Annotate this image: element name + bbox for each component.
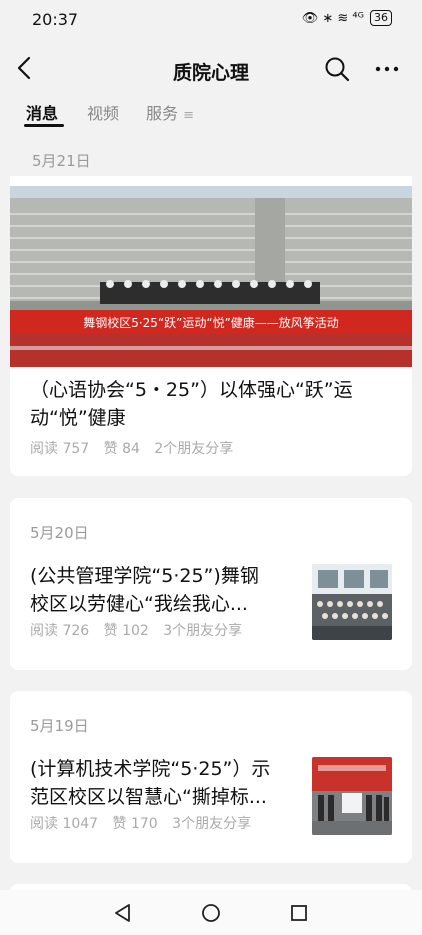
tab-services-label: 服务	[146, 104, 179, 123]
date-label: 5月21日	[32, 152, 91, 170]
battery-icon: 36	[370, 10, 392, 26]
like-count: 赞 102	[103, 623, 149, 639]
search-icon[interactable]	[324, 56, 350, 82]
like-count: 赞 84	[103, 441, 140, 457]
article-meta: 阅读 757 赞 84 2个朋友分享	[30, 438, 400, 458]
status-icons: 👁 ∗ ≋ ⁴ᴳ 36	[302, 10, 392, 26]
share-count: 2个朋友分享	[154, 441, 234, 457]
read-count: 阅读 1047	[30, 816, 99, 832]
article-title-line[interactable]: (计算机技术学院“5·25”）示	[30, 755, 315, 783]
article-meta: 阅读 1047 赞 170 3个朋友分享	[30, 813, 315, 833]
date-label: 5月19日	[30, 717, 89, 735]
article-card[interactable]: 舞钢校区5·25“跃”运动“悦”健康——放风筝活动 （心语协会“5・25”）以体…	[10, 176, 412, 476]
article-card[interactable]: 5月19日 (计算机技术学院“5·25”）示 范区校区以智慧心“撕掉标... 阅…	[10, 691, 412, 863]
article-thumbnail	[312, 757, 392, 835]
read-count: 阅读 757	[30, 441, 90, 457]
nav-home-icon[interactable]	[198, 900, 224, 926]
article-banner-image: 舞钢校区5·25“跃”运动“悦”健康——放风筝活动	[10, 186, 412, 367]
date-label: 5月20日	[30, 524, 89, 542]
system-navigation-bar	[0, 890, 422, 935]
banner-caption: 舞钢校区5·25“跃”运动“悦”健康——放风筝活动	[83, 315, 339, 330]
article-title-line[interactable]: (公共管理学院“5·25”)舞钢	[30, 562, 315, 590]
article-title-line[interactable]: 范区校区以智慧心“撕掉标...	[30, 783, 315, 811]
tab-videos[interactable]: 视频	[87, 100, 119, 124]
status-bar: 20:37 👁 ∗ ≋ ⁴ᴳ 36	[0, 0, 422, 40]
like-count: 赞 170	[112, 816, 158, 832]
page-title: 质院心理	[172, 62, 249, 84]
menu-icon: ≡	[183, 108, 195, 123]
more-options-icon[interactable]	[374, 56, 400, 82]
article-title[interactable]: （心语协会“5・25”）以体强心“跃”运动“悦”健康	[30, 376, 400, 432]
nav-back-icon[interactable]	[110, 900, 136, 926]
active-tab-indicator	[24, 124, 64, 127]
tab-messages[interactable]: 消息	[26, 100, 58, 124]
tab-services[interactable]: 服务 ≡	[146, 100, 194, 124]
article-title-line[interactable]: 校区以劳健心“我绘我心...	[30, 590, 315, 618]
nav-recents-icon[interactable]	[286, 900, 312, 926]
read-count: 阅读 726	[30, 623, 90, 639]
status-indicators: 👁 ∗ ≋ ⁴ᴳ	[301, 10, 364, 26]
status-time: 20:37	[32, 10, 79, 29]
header-bar: 质院心理	[0, 46, 422, 96]
article-card[interactable]: 5月20日 (公共管理学院“5·25”)舞钢 校区以劳健心“我绘我心... 阅读…	[10, 498, 412, 670]
share-count: 3个朋友分享	[163, 623, 243, 639]
article-thumbnail	[312, 564, 392, 640]
share-count: 3个朋友分享	[172, 816, 252, 832]
article-meta: 阅读 726 赞 102 3个朋友分享	[30, 620, 315, 640]
tab-bar: 消息 视频 服务 ≡	[0, 96, 422, 132]
